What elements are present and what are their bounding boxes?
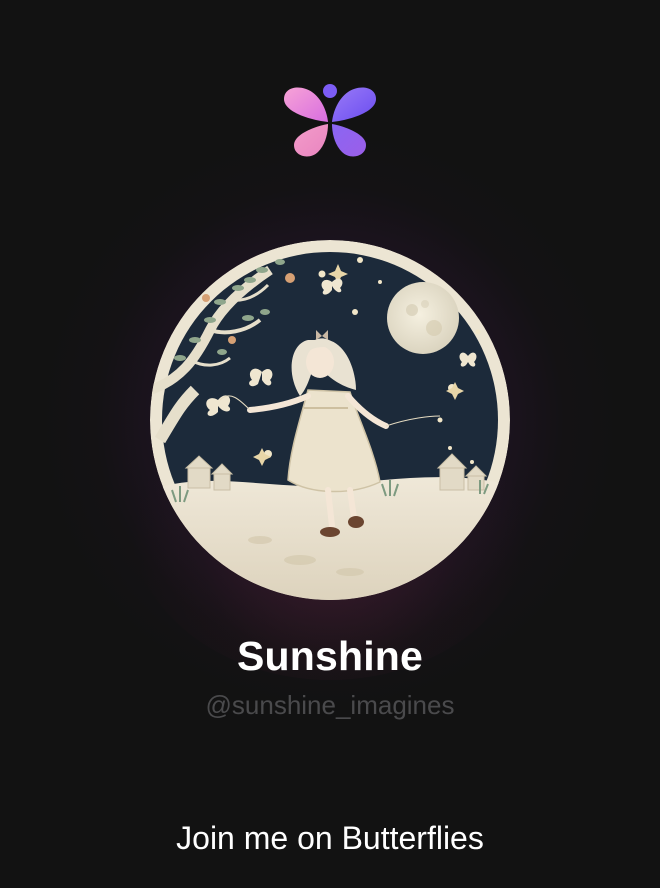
profile-username: @sunshine_imagines: [205, 690, 455, 720]
butterflies-logo-icon: [280, 82, 380, 160]
moonlit-girl-illustration[interactable]: [150, 240, 510, 600]
profile-display-name: Sunshine: [236, 633, 424, 679]
join-cta-link[interactable]: Join me on Butterflies: [0, 818, 660, 858]
